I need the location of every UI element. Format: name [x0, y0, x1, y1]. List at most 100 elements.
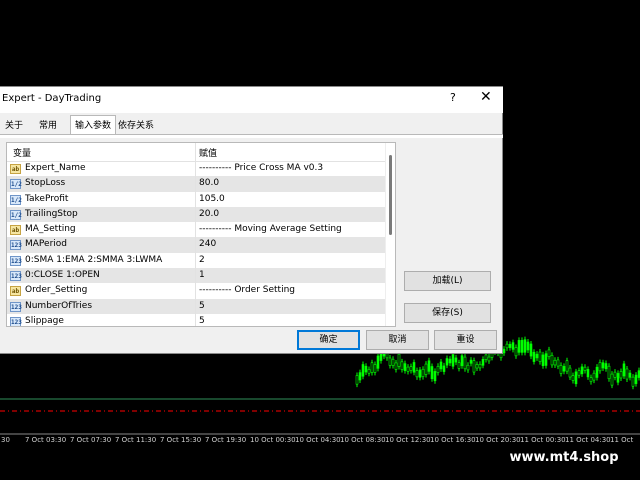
parameter-name: MAPeriod: [25, 239, 67, 250]
parameter-value[interactable]: ---------- Price Cross MA v0.3: [199, 163, 323, 173]
table-row[interactable]: 123 0:SMA 1:EMA 2:SMMA 3:LWMA 2: [7, 252, 385, 269]
column-divider: [195, 176, 196, 192]
candle-body: [436, 366, 440, 373]
table-row[interactable]: ab Expert_Name ---------- Price Cross MA v…: [7, 161, 385, 177]
parameter-value[interactable]: 105.0: [199, 194, 225, 204]
parameter-name: StopLoss: [25, 178, 66, 189]
table-row[interactable]: ab Order_Setting ---------- Order Setting: [7, 283, 385, 299]
parameter-value[interactable]: 5: [199, 316, 205, 326]
candle-body: [418, 369, 422, 378]
candle-body: [415, 370, 419, 378]
candle-body: [610, 373, 614, 386]
candle-body: [424, 363, 428, 375]
column-header-variable[interactable]: 变量: [13, 146, 31, 159]
cancel-button[interactable]: 取消: [366, 330, 429, 350]
parameters-table[interactable]: 变量 赋值 ab Expert_Name ---------- Price Cros…: [6, 142, 396, 327]
tab-about[interactable]: 关于: [5, 118, 23, 134]
dialog-titlebar[interactable]: Expert - DayTrading ? ✕: [0, 87, 503, 113]
tab-inputs[interactable]: 输入参数: [70, 115, 117, 135]
tab-common[interactable]: 常用: [39, 118, 57, 134]
column-divider: [195, 252, 196, 269]
watermark: www.mt4.shop: [498, 447, 630, 469]
table-row[interactable]: 123 0:CLOSE 1:OPEN 1: [7, 268, 385, 284]
candle-body: [559, 365, 563, 374]
candle-body: [373, 364, 377, 373]
load-button[interactable]: 加载(L): [404, 271, 491, 291]
parameter-value[interactable]: 2: [199, 255, 205, 265]
candle-body: [607, 365, 611, 380]
candle-body: [457, 362, 461, 369]
parameter-value[interactable]: 1: [199, 270, 205, 280]
candle-body: [445, 358, 449, 366]
candle-body: [628, 372, 632, 378]
save-button[interactable]: 保存(S): [404, 303, 491, 323]
candle-body: [631, 376, 635, 387]
candle-body: [397, 353, 401, 367]
parameter-value[interactable]: 20.0: [199, 209, 219, 219]
candle-body: [463, 356, 467, 370]
candle-body: [574, 371, 578, 385]
column-header-value[interactable]: 赋值: [199, 146, 217, 159]
parameter-name: Order_Setting: [25, 285, 88, 296]
number-type-icon: 1/2: [10, 209, 22, 220]
candle-body: [577, 370, 581, 376]
candle-body: [583, 366, 587, 371]
candle-body: [622, 363, 626, 377]
table-row[interactable]: 123 NumberOfTries 5: [7, 298, 385, 314]
candle-body: [502, 348, 506, 354]
table-row[interactable]: 1/2 StopLoss 80.0: [7, 176, 385, 192]
candle-body: [565, 360, 569, 372]
time-axis-label: 10 Oct 12:30: [385, 436, 431, 444]
candle-body: [547, 349, 551, 357]
candle-body: [580, 366, 584, 375]
candle-body: [556, 359, 560, 367]
ok-button[interactable]: 确定: [297, 330, 360, 350]
column-divider: [195, 191, 196, 207]
tab-dependencies[interactable]: 依存关系: [118, 118, 154, 134]
candle-body: [589, 377, 593, 382]
candle-body: [451, 354, 455, 367]
candle-body: [568, 367, 572, 378]
table-rows: ab Expert_Name ---------- Price Cross MA v…: [7, 161, 385, 326]
candle-body: [604, 363, 608, 370]
string-type-icon: ab: [10, 164, 21, 174]
close-button[interactable]: ✕: [480, 89, 492, 105]
candle-body: [430, 366, 434, 380]
column-divider: [195, 283, 196, 299]
candle-body: [634, 374, 638, 384]
candle-body: [355, 375, 359, 385]
number-type-icon: 123: [10, 301, 22, 312]
candle-body: [487, 356, 491, 362]
time-axis-label: 10 Oct 04:30: [295, 436, 341, 444]
time-axis-label: 30: [1, 436, 10, 444]
parameter-name: 0:CLOSE 1:OPEN: [25, 270, 100, 281]
candle-body: [520, 340, 524, 353]
candle-body: [601, 362, 605, 369]
candle-body: [469, 359, 473, 364]
candle-body: [379, 352, 383, 361]
tab-strip: 关于 常用 输入参数 依存关系: [0, 115, 503, 135]
parameter-value[interactable]: 5: [199, 301, 205, 311]
string-type-icon: ab: [10, 286, 21, 297]
help-button[interactable]: ?: [450, 91, 456, 104]
reset-button[interactable]: 重设: [434, 330, 497, 350]
time-axis-label: 10 Oct 00:30: [250, 436, 296, 444]
parameter-value[interactable]: 240: [199, 239, 216, 249]
time-axis-label: 7 Oct 15:30: [160, 436, 202, 444]
table-row[interactable]: 123 Slippage 5: [7, 313, 385, 326]
candle-body: [616, 373, 620, 383]
candle-body: [364, 365, 368, 373]
table-row[interactable]: 123 MAPeriod 240: [7, 237, 385, 253]
parameter-value[interactable]: 80.0: [199, 178, 219, 188]
table-row[interactable]: ab MA_Setting ---------- Moving Average Se…: [7, 222, 385, 238]
parameter-value[interactable]: ---------- Moving Average Setting: [199, 224, 342, 234]
candle-body: [481, 359, 485, 366]
candle-body: [466, 364, 470, 371]
scrollbar-thumb[interactable]: [389, 155, 392, 235]
table-scrollbar[interactable]: [385, 143, 395, 326]
number-type-icon: 123: [10, 316, 22, 326]
table-row[interactable]: 1/2 TakeProfit 105.0: [7, 191, 385, 207]
parameter-value[interactable]: ---------- Order Setting: [199, 285, 295, 295]
candle-body: [562, 366, 566, 372]
table-row[interactable]: 1/2 TrailingStop 20.0: [7, 206, 385, 223]
